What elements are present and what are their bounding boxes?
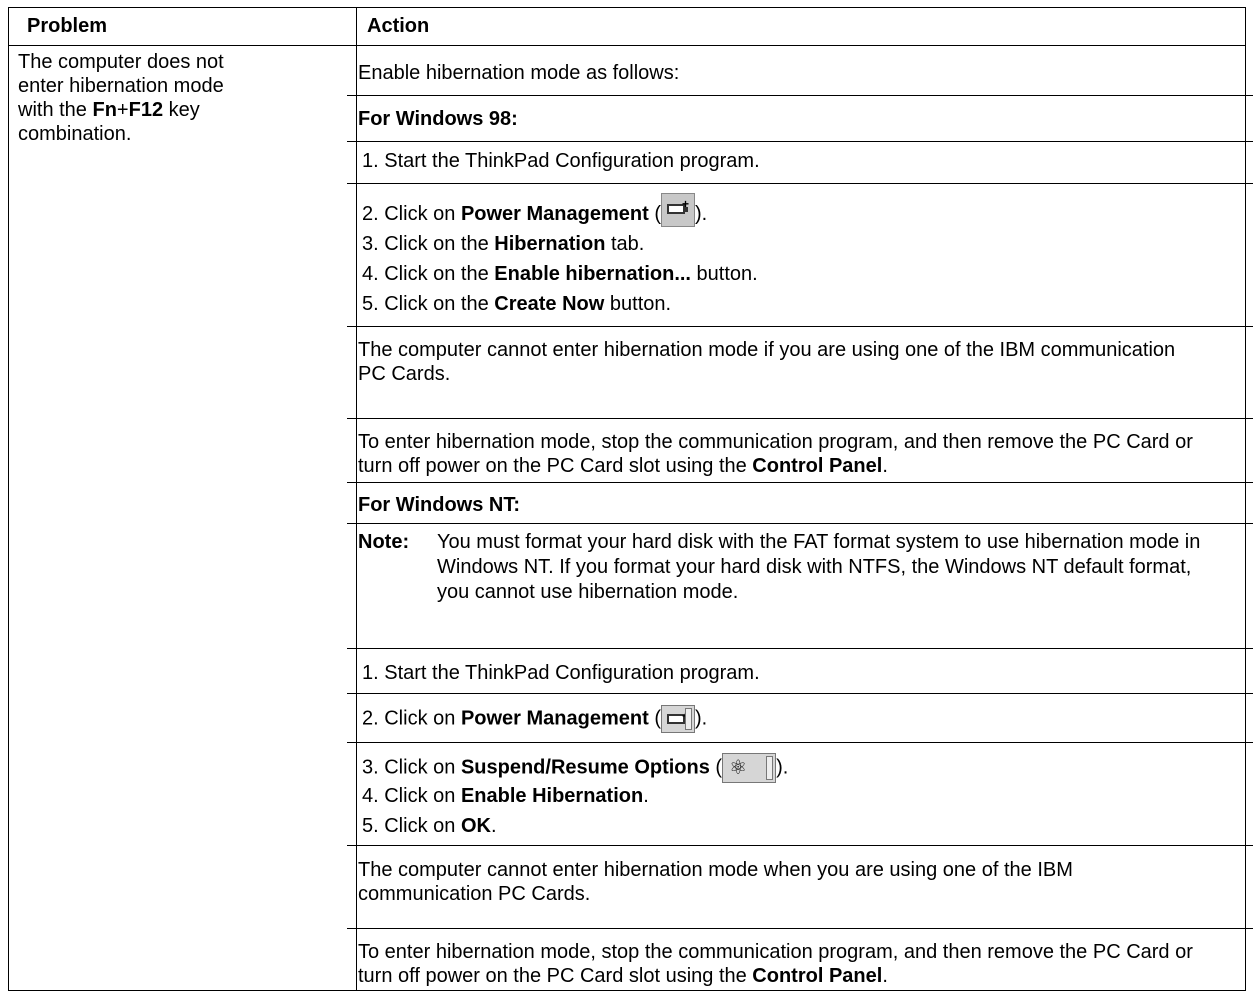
nt-para-control-panel: To enter hibernation mode, stop the comm… [358, 941, 1193, 988]
key-f12: F12 [128, 99, 164, 121]
header-action: Action [367, 15, 430, 37]
row-separator [347, 523, 1253, 524]
row-separator [347, 183, 1253, 184]
row-separator [347, 418, 1253, 419]
row-separator [347, 141, 1253, 142]
problem-cell: The computer does not enter hibernation … [18, 50, 328, 146]
table-header: Problem Action [9, 8, 1245, 46]
battery-icon: + [660, 192, 695, 227]
problem-line: with the Fn+F12 key [18, 98, 328, 122]
w98-para-pccards: The computer cannot enter hibernation mo… [358, 339, 1176, 386]
suspend-resume-icon: ⚛ [722, 753, 777, 783]
action-intro: Enable hibernation mode as follows: [358, 62, 680, 84]
nt-step-2: 2. Click on Power Management (+). [362, 705, 707, 733]
w98-step-5: 5. Click on the Create Now button. [362, 293, 672, 315]
nt-para-pccards: The computer cannot enter hibernation mo… [358, 859, 1073, 906]
w98-step-3: 3. Click on the Hibernation tab. [362, 233, 645, 255]
row-separator [347, 648, 1253, 649]
battery-icon: + [660, 705, 695, 733]
w98-para-control-panel: To enter hibernation mode, stop the comm… [358, 431, 1193, 478]
nt-step-5: 5. Click on OK. [362, 815, 497, 837]
row-separator [347, 845, 1253, 846]
column-divider [356, 8, 357, 990]
row-separator [347, 693, 1253, 694]
problem-text: key [163, 99, 200, 121]
problem-line: The computer does not [18, 51, 224, 73]
problem-text: with the [18, 99, 93, 121]
nt-step-1: 1. Start the ThinkPad Configuration prog… [362, 662, 760, 684]
key-fn: Fn [92, 99, 117, 121]
w98-step-4: 4. Click on the Enable hibernation... bu… [362, 263, 758, 285]
problem-line: enter hibernation mode [18, 75, 224, 97]
windows98-heading: For Windows 98: [358, 108, 518, 130]
row-separator [347, 928, 1253, 929]
nt-step-4: 4. Click on Enable Hibernation. [362, 785, 649, 807]
row-separator [347, 742, 1253, 743]
nt-step-3: 3. Click on Suspend/Resume Options (⚛). [362, 753, 788, 783]
header-problem: Problem [27, 15, 108, 37]
key-plus: + [116, 99, 129, 121]
row-separator [347, 95, 1253, 96]
note-text: You must format your hard disk with the … [437, 531, 1201, 603]
row-separator [347, 326, 1253, 327]
note-label: Note: [358, 531, 410, 553]
w98-step-1: 1. Start the ThinkPad Configuration prog… [362, 150, 760, 172]
w98-step-2: 2. Click on Power Management (+). [362, 192, 707, 227]
problem-line: combination. [18, 123, 132, 145]
row-separator [347, 482, 1253, 483]
windowsnt-heading: For Windows NT: [358, 494, 521, 516]
